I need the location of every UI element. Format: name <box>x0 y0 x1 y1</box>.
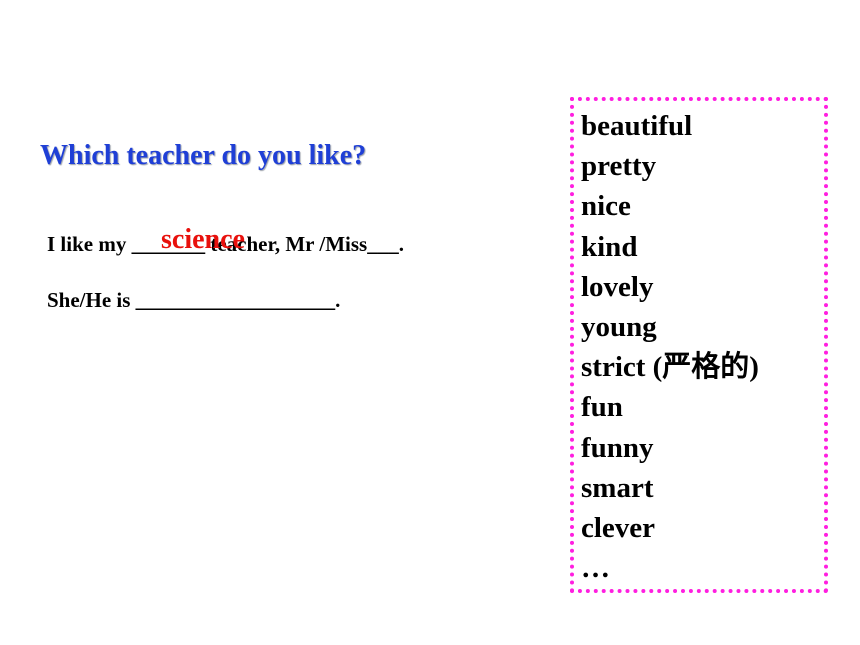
word-item: kind <box>581 230 638 263</box>
word-item: lovely <box>581 270 654 303</box>
word-item: smart <box>581 471 654 504</box>
word-item: fun <box>581 391 623 424</box>
word-item: pretty <box>581 150 657 183</box>
filled-answer: science <box>161 224 245 255</box>
word-item-ellipsis: … <box>581 552 610 585</box>
word-item: nice <box>581 190 631 223</box>
word-item: clever <box>581 512 656 545</box>
word-item: strict (严格的) <box>581 351 759 384</box>
sentence-she-he-is: She/He is ___________________. <box>47 288 341 312</box>
question-heading: Which teacher do you like? <box>40 140 367 171</box>
word-item: young <box>581 311 657 344</box>
word-item: beautiful <box>581 110 693 142</box>
word-bank-list: beautiful pretty nice kind lovely young … <box>581 106 759 588</box>
word-item: funny <box>581 431 654 464</box>
